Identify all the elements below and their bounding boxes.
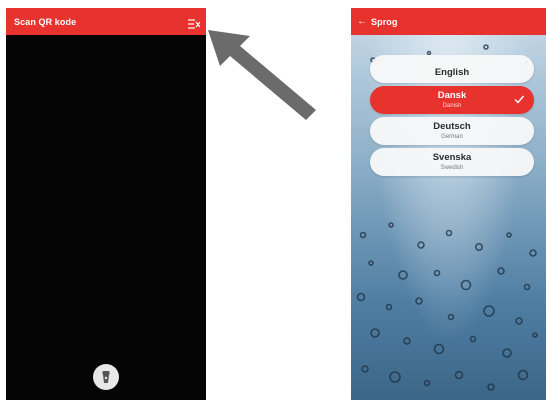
language-native-name: German xyxy=(441,134,463,140)
scanner-app-bar: Scan QR kode xyxy=(6,8,206,35)
language-native-name: Swedish xyxy=(440,165,464,171)
language-screen-title: Sprog xyxy=(371,16,398,27)
language-name: Deutsch xyxy=(433,121,471,132)
language-option-svenska[interactable]: Svenska Swedish xyxy=(370,148,534,176)
flashlight-button[interactable] xyxy=(93,364,119,390)
language-option-english[interactable]: English xyxy=(370,55,534,83)
pointer-arrow xyxy=(208,30,316,120)
language-name: Svenska xyxy=(432,152,472,163)
language-name: Dansk xyxy=(437,90,467,101)
language-app-bar: ← Sprog xyxy=(351,8,546,35)
scanner-title: Scan QR kode xyxy=(14,16,77,27)
qr-scanner-screen: Scan QR kode xyxy=(6,8,206,400)
menu-close-icon[interactable] xyxy=(188,16,201,29)
language-option-dansk[interactable]: Dansk Danish xyxy=(370,86,534,114)
language-list: English Dansk Danish Deutsch German Sven… xyxy=(370,55,534,179)
language-screen: ← Sprog English Dansk Danish Deutsch Ger… xyxy=(351,8,546,400)
language-option-deutsch[interactable]: Deutsch German xyxy=(370,117,534,145)
language-name: English xyxy=(434,67,470,78)
checkmark-icon xyxy=(514,95,525,104)
back-arrow-icon[interactable]: ← xyxy=(357,16,367,27)
language-native-name: Danish xyxy=(442,103,462,109)
flashlight-icon xyxy=(102,371,110,383)
